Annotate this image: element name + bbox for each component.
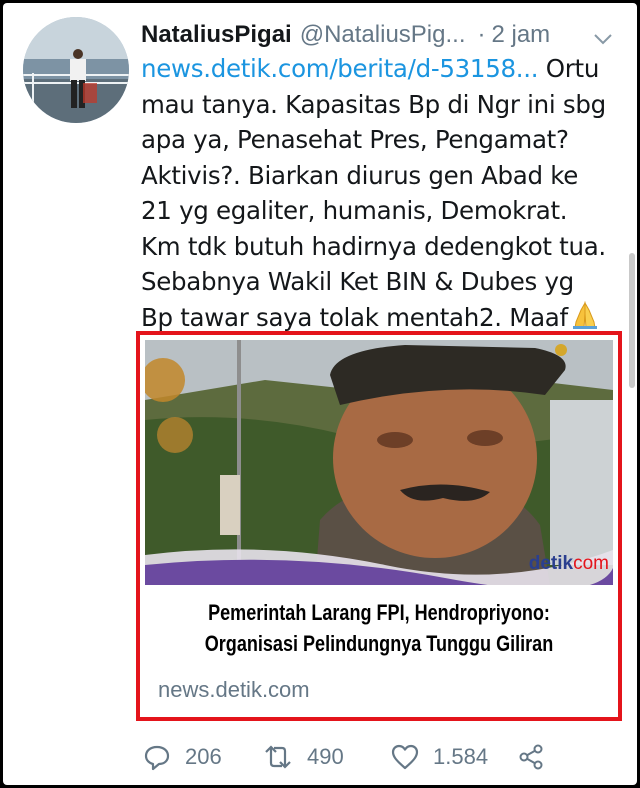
tweet-body: Ortu mau tanya. Kapasitas Bp di Ngr ini … [141, 54, 606, 332]
heart-icon [391, 744, 419, 770]
chevron-down-icon[interactable] [593, 25, 613, 53]
tweet-time[interactable]: 2 jam [491, 21, 550, 49]
share-icon [519, 744, 543, 770]
reply-button[interactable]: 206 [143, 743, 263, 771]
scrollbar[interactable] [629, 253, 635, 388]
like-count: 1.584 [433, 744, 489, 769]
card-image: detikcom [145, 340, 613, 585]
card-title-line-2: Organisasi Pelindungnya Tunggu Giliran [204, 631, 554, 656]
author-handle[interactable]: @NataliusPig... [300, 21, 466, 49]
tweet-frame: NataliusPigai @NataliusPig... · 2 jam ne… [3, 3, 637, 785]
brand-suffix: com [573, 553, 609, 574]
card-title-line-1: Pemerintah Larang FPI, Hendropriyono: [208, 600, 550, 625]
author-name[interactable]: NataliusPigai [141, 21, 292, 49]
separator-dot: · [477, 21, 486, 48]
share-button[interactable] [517, 743, 559, 771]
retweet-button[interactable]: 490 [263, 743, 391, 771]
card-title[interactable]: Pemerintah Larang FPI, Hendropriyono: Or… [191, 597, 567, 659]
retweet-icon [265, 745, 291, 769]
brand-main: detik [528, 553, 574, 574]
tweet-header: NataliusPigai @NataliusPig... · 2 jam [141, 17, 627, 53]
avatar[interactable] [23, 17, 129, 123]
card-domain: news.detik.com [158, 677, 310, 702]
reply-icon [144, 745, 170, 771]
tweet-text: news.detik.com/berita/d-53158... Ortu ma… [141, 51, 611, 339]
tweet-actions: 206 490 1.584 [143, 739, 583, 775]
tweet-link[interactable]: news.detik.com/berita/d-53158... [141, 54, 539, 83]
link-card[interactable]: detikcom Pemerintah Larang FPI, Hendropr… [136, 331, 622, 721]
like-button[interactable]: 1.584 [391, 744, 517, 770]
detik-brand-logo: detikcom [529, 553, 609, 575]
reply-count: 206 [185, 744, 222, 769]
retweet-count: 490 [307, 744, 344, 769]
